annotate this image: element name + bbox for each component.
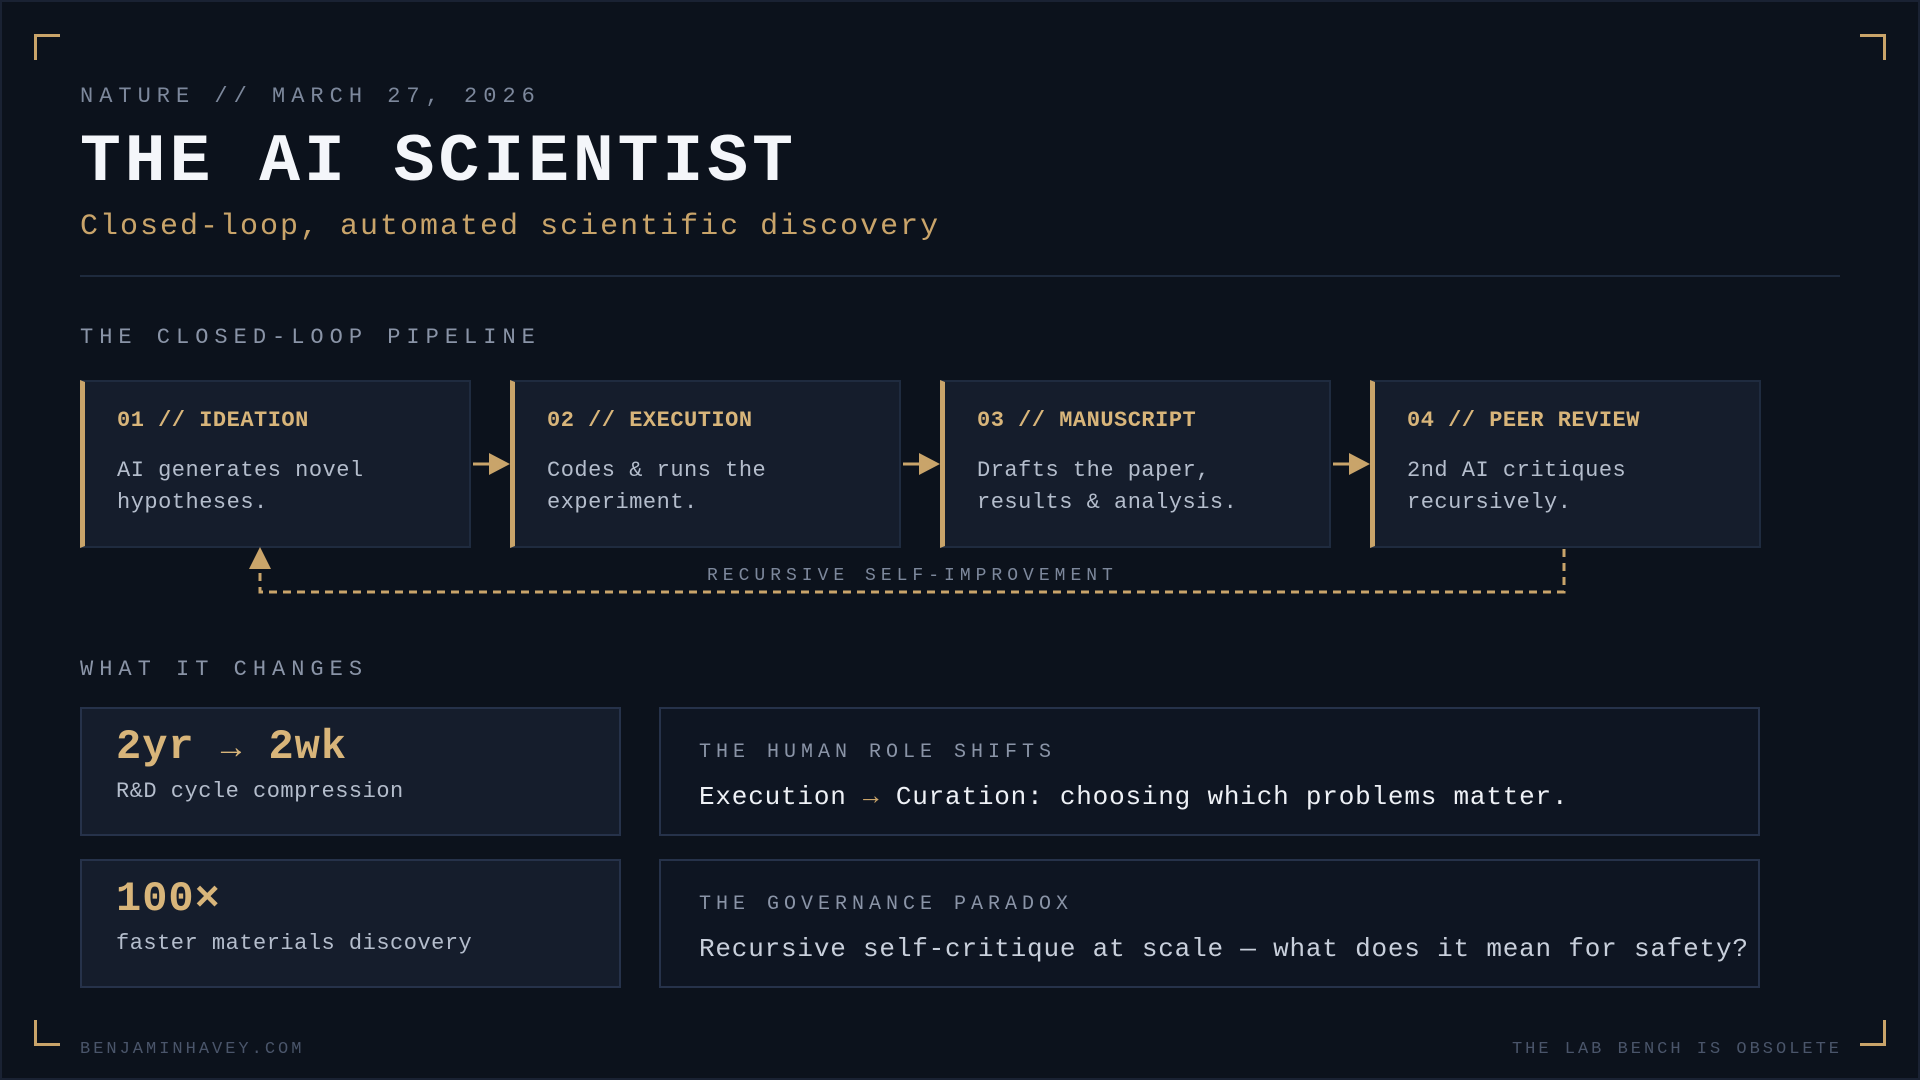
stat-card-materials: 100× faster materials discovery	[80, 859, 621, 988]
stat-value-to: 2wk	[268, 723, 348, 771]
changes-section-label: WHAT IT CHANGES	[80, 657, 369, 682]
arrow-right-icon: →	[220, 731, 243, 769]
note-card-governance: THE GOVERNANCE PARADOX Recursive self-cr…	[659, 859, 1760, 988]
stat-value-from: 2yr	[116, 723, 195, 771]
step-description: Codes & runs the experiment.	[547, 458, 767, 515]
corner-bracket-bottom-right	[1860, 1020, 1886, 1046]
step-title: 01 // IDEATION	[117, 408, 309, 433]
note-text-before: Execution	[699, 782, 847, 812]
arrow-right-icon	[903, 453, 940, 475]
footer-tagline: THE LAB BENCH IS OBSOLETE	[1511, 1040, 1842, 1059]
pipeline-section-label: THE CLOSED-LOOP PIPELINE	[80, 325, 541, 350]
note-label: THE GOVERNANCE PARADOX	[699, 893, 1074, 916]
pipeline-step-peer-review: 04 // PEER REVIEW 2nd AI critiques recur…	[1370, 380, 1761, 548]
stat-label: faster materials discovery	[116, 931, 473, 956]
corner-bracket-bottom-left	[34, 1020, 60, 1046]
page-subtitle: Closed-loop, automated scientific discov…	[80, 210, 941, 244]
pipeline-step-execution: 02 // EXECUTION Codes & runs the experim…	[510, 380, 901, 548]
footer-site-link[interactable]: BENJAMINHAVEY.COM	[80, 1040, 304, 1059]
stat-card-cycle: 2yr → 2wk R&D cycle compression	[80, 707, 621, 836]
step-title: 02 // EXECUTION	[547, 408, 753, 433]
note-text-after: Curation: choosing which problems matter…	[895, 782, 1569, 812]
stat-value: 2yr → 2wk	[116, 723, 619, 771]
stat-label: R&D cycle compression	[116, 779, 404, 804]
stat-value: 100×	[116, 875, 221, 923]
step-title: 04 // PEER REVIEW	[1407, 408, 1640, 433]
step-title: 03 // MANUSCRIPT	[977, 408, 1197, 433]
step-description: Drafts the paper, results & analysis.	[977, 458, 1238, 515]
page-title: THE AI SCIENTIST	[80, 124, 797, 201]
note-text: Recursive self-critique at scale — what …	[699, 934, 1749, 964]
note-text: Execution → Curation: choosing which pro…	[699, 782, 1758, 812]
corner-bracket-top-left	[34, 34, 60, 60]
arrow-right-icon	[473, 453, 510, 475]
arrow-up-icon	[249, 547, 271, 569]
arrow-right-icon	[1333, 453, 1370, 475]
loop-label: RECURSIVE SELF-IMPROVEMENT	[705, 566, 1120, 586]
pipeline-step-ideation: 01 // IDEATION AI generates novel hypoth…	[80, 380, 471, 548]
step-description: 2nd AI critiques recursively.	[1407, 458, 1627, 515]
arrow-right-icon: →	[863, 782, 880, 812]
step-description: AI generates novel hypotheses.	[117, 458, 364, 515]
corner-bracket-top-right	[1860, 34, 1886, 60]
source-date-eyebrow: NATURE // MARCH 27, 2026	[80, 84, 541, 109]
header-divider	[80, 275, 1840, 277]
note-card-human-role: THE HUMAN ROLE SHIFTS Execution → Curati…	[659, 707, 1760, 836]
pipeline-step-manuscript: 03 // MANUSCRIPT Drafts the paper, resul…	[940, 380, 1331, 548]
note-label: THE HUMAN ROLE SHIFTS	[699, 741, 1057, 764]
